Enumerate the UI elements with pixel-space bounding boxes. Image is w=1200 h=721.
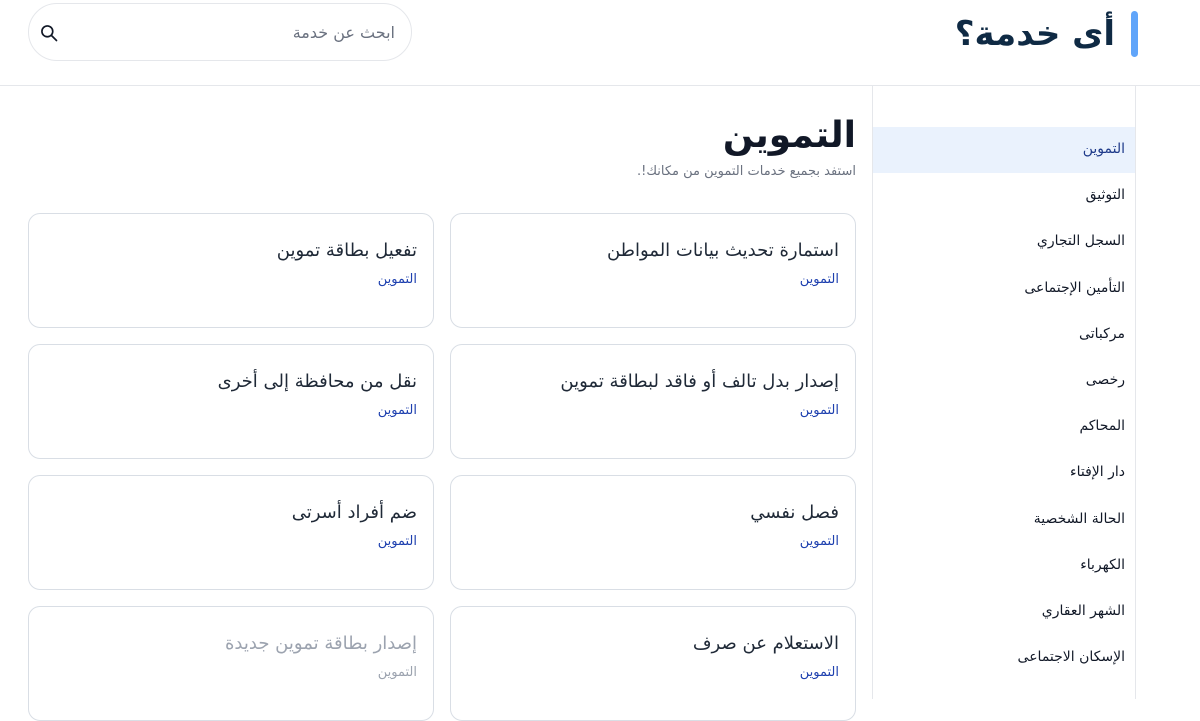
- sidebar-item-real-estate[interactable]: الشهر العقاري: [873, 589, 1135, 635]
- service-card[interactable]: تفعيل بطاقة تموين التموين: [28, 213, 434, 328]
- brand-title: أى خدمة؟: [954, 14, 1115, 54]
- header: أى خدمة؟: [0, 0, 1200, 86]
- sidebar-item-vehicles[interactable]: مركباتى: [873, 312, 1135, 358]
- search-icon[interactable]: [39, 23, 59, 43]
- service-card-title: الاستعلام عن صرف: [692, 633, 839, 654]
- sidebar-item-courts[interactable]: المحاكم: [873, 404, 1135, 450]
- sidebar: التموين التوثيق السجل التجاري التأمين ال…: [872, 86, 1136, 699]
- sidebar-item-tawtheeq[interactable]: التوثيق: [873, 173, 1135, 219]
- service-card[interactable]: استمارة تحديث بيانات المواطن التموين: [450, 213, 856, 328]
- sidebar-item-licenses[interactable]: رخصى: [873, 358, 1135, 404]
- service-card-category: التموين: [377, 534, 417, 549]
- service-card[interactable]: ضم أفراد أسرتى التموين: [28, 475, 434, 590]
- sidebar-item-dar-al-ifta[interactable]: دار الإفتاء: [873, 450, 1135, 496]
- sidebar-item-tamween[interactable]: التموين: [873, 127, 1135, 174]
- sidebar-item-civil-status[interactable]: الحالة الشخصية: [873, 497, 1135, 543]
- sidebar-item-electricity[interactable]: الكهرباء: [873, 543, 1135, 589]
- search-box[interactable]: [28, 3, 412, 61]
- brand-accent-bar: [1131, 11, 1138, 57]
- service-card-title: فصل نفسي: [750, 502, 839, 523]
- service-card-title: إصدار بدل تالف أو فاقد لبطاقة تموين: [560, 371, 839, 392]
- service-card-category: التموين: [799, 534, 839, 549]
- service-card[interactable]: إصدار بطاقة تموين جديدة التموين: [28, 606, 434, 721]
- sidebar-item-social-housing[interactable]: الإسكان الاجتماعى: [873, 635, 1135, 681]
- page-title: التموين: [722, 115, 856, 156]
- service-card-category: التموين: [377, 272, 417, 287]
- sidebar-item-commercial-register[interactable]: السجل التجاري: [873, 219, 1135, 265]
- service-card-category: التموين: [799, 403, 839, 418]
- service-card-title: استمارة تحديث بيانات المواطن: [606, 240, 839, 261]
- main-content: التموين استفد بجميع خدمات التموين من مكا…: [28, 86, 856, 721]
- page-subtitle: استفد بجميع خدمات التموين من مكانك!.: [636, 164, 856, 179]
- service-card-title: ضم أفراد أسرتى: [291, 502, 417, 523]
- brand[interactable]: أى خدمة؟: [955, 6, 1138, 62]
- service-card-title: إصدار بطاقة تموين جديدة: [225, 633, 417, 654]
- service-card[interactable]: نقل من محافظة إلى أخرى التموين: [28, 344, 434, 459]
- search-input[interactable]: [95, 14, 395, 50]
- sidebar-item-social-insurance[interactable]: التأمين الإجتماعى: [873, 266, 1135, 312]
- service-card[interactable]: إصدار بدل تالف أو فاقد لبطاقة تموين التم…: [450, 344, 856, 459]
- service-card-category: التموين: [799, 665, 839, 680]
- service-card[interactable]: فصل نفسي التموين: [450, 475, 856, 590]
- service-card-category: التموين: [377, 403, 417, 418]
- service-card-title: نقل من محافظة إلى أخرى: [217, 371, 417, 392]
- service-card-title: تفعيل بطاقة تموين: [276, 240, 417, 261]
- service-card[interactable]: الاستعلام عن صرف التموين: [450, 606, 856, 721]
- service-card-category: التموين: [799, 272, 839, 287]
- service-card-category: التموين: [377, 665, 417, 680]
